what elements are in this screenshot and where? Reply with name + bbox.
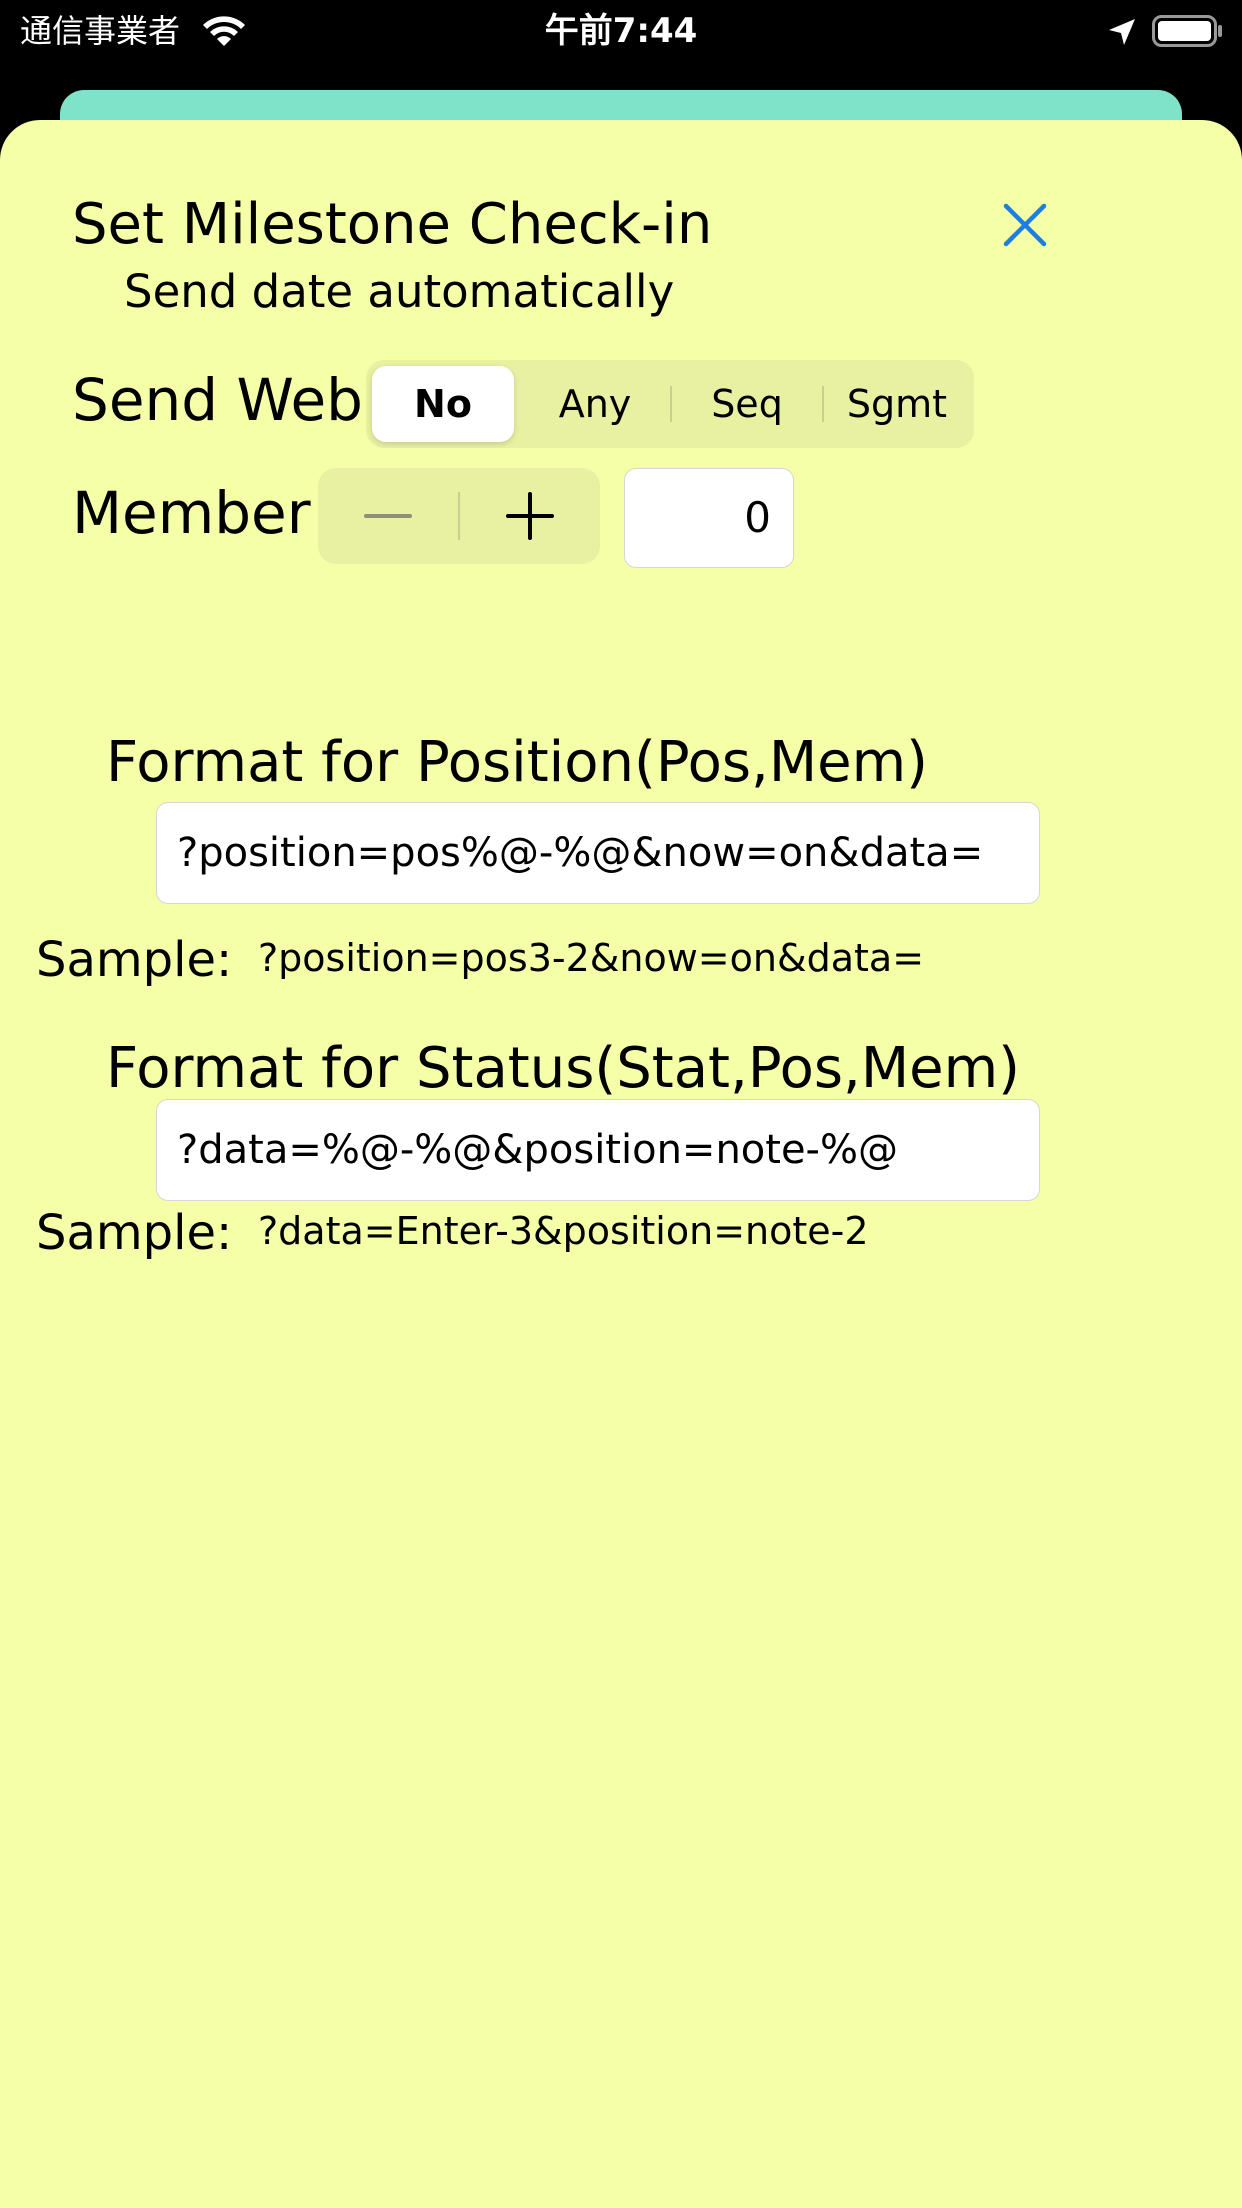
send-web-label: Send Web (72, 366, 363, 434)
status-time: 午前7:44 (544, 11, 698, 51)
segment-no[interactable]: No (372, 366, 514, 442)
increment-button[interactable] (460, 468, 600, 564)
position-format-input[interactable]: ?position=pos%@-%@&now=on&data= (156, 802, 1040, 904)
segment-divider (822, 386, 824, 422)
member-label: Member (72, 479, 311, 547)
status-format-title: Format for Status(Stat,Pos,Mem) (106, 1036, 1020, 1101)
close-icon[interactable] (996, 196, 1054, 254)
battery-icon (1152, 15, 1222, 47)
location-arrow-icon (1109, 19, 1135, 45)
position-sample-label: Sample: (36, 932, 233, 988)
position-format-title: Format for Position(Pos,Mem) (106, 730, 929, 795)
segment-seq[interactable]: Seq (676, 366, 818, 442)
status-format-input[interactable]: ?data=%@-%@&position=note-%@ (156, 1099, 1040, 1201)
plus-icon (506, 492, 554, 540)
minus-icon (364, 514, 412, 518)
member-count-field[interactable]: 0 (624, 468, 794, 568)
send-web-segmented-control: No Any Seq Sgmt (366, 360, 974, 448)
status-sample-label: Sample: (36, 1205, 233, 1261)
status-bar: 通信事業者 午前7:44 (0, 0, 1242, 62)
status-sample-value: ?data=Enter-3&position=note-2 (258, 1209, 869, 1253)
decrement-button[interactable] (318, 468, 458, 564)
segment-sgmt[interactable]: Sgmt (826, 366, 968, 442)
segment-divider (670, 386, 672, 422)
member-stepper (318, 468, 600, 564)
dialog-subtitle: Send date automatically (124, 265, 675, 318)
position-sample-value: ?position=pos3-2&now=on&data= (258, 936, 925, 980)
segment-any[interactable]: Any (524, 366, 666, 442)
dialog-title: Set Milestone Check-in (72, 192, 713, 257)
